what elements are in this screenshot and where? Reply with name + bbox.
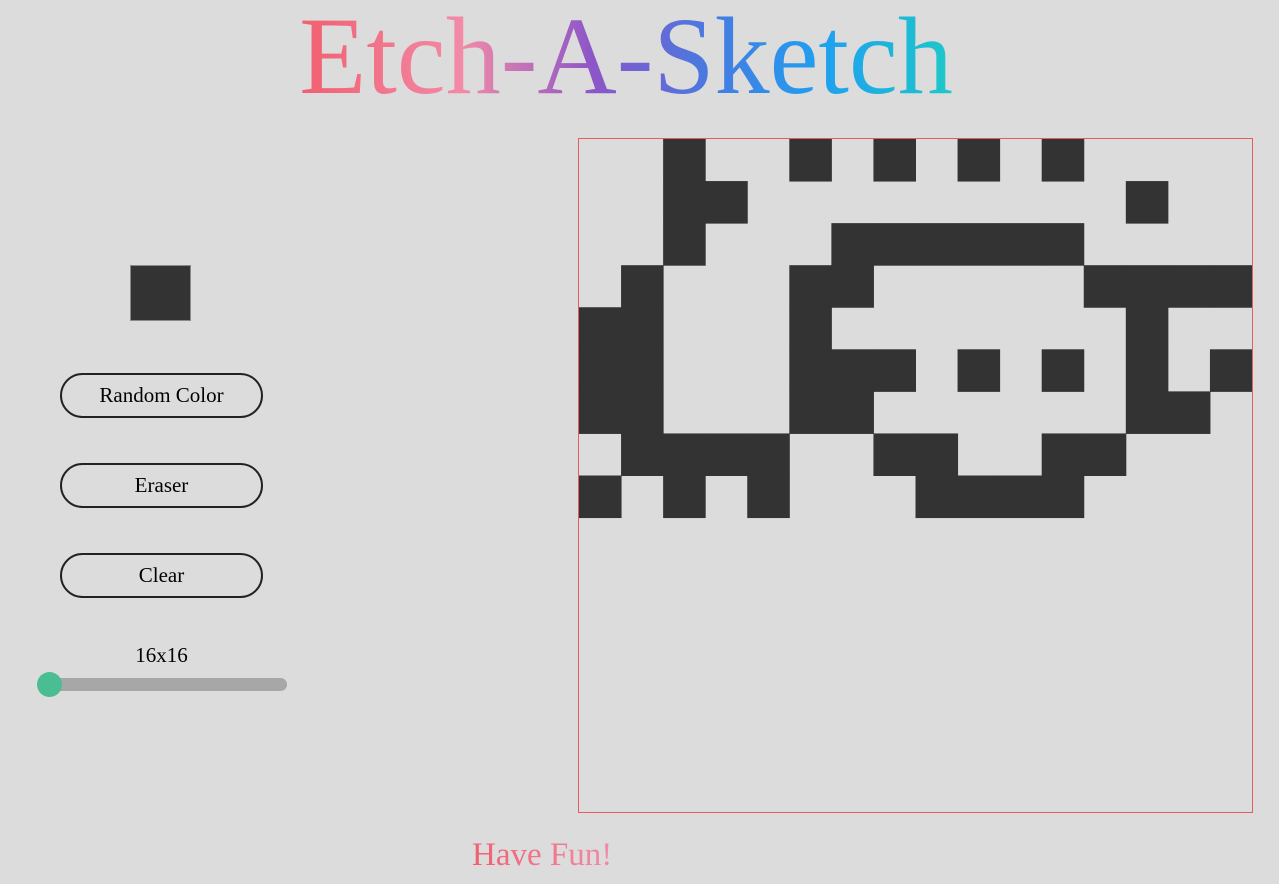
grid-cell-filled[interactable] bbox=[831, 265, 874, 308]
footer-message: Have Fun! bbox=[472, 833, 612, 877]
grid-cell-filled[interactable] bbox=[789, 265, 832, 308]
page-title: Etch-A-Sketch bbox=[0, 0, 1252, 126]
grid-cell-filled[interactable] bbox=[957, 139, 1001, 182]
grid-cell-filled[interactable] bbox=[747, 475, 790, 519]
grid-cell-filled[interactable] bbox=[1041, 475, 1085, 519]
grid-cell-filled[interactable] bbox=[915, 223, 959, 266]
grid-cell-filled[interactable] bbox=[579, 475, 622, 519]
grid-cell-filled[interactable] bbox=[663, 433, 706, 476]
footer-message-text: Have Fun! bbox=[472, 837, 613, 873]
grid-cell-filled[interactable] bbox=[579, 391, 622, 434]
grid-cell-filled[interactable] bbox=[663, 475, 706, 519]
grid-cell-filled[interactable] bbox=[1083, 265, 1127, 308]
grid-cell-filled[interactable] bbox=[831, 349, 874, 392]
sketch-grid[interactable] bbox=[579, 139, 1252, 812]
grid-cell-filled[interactable] bbox=[831, 223, 874, 266]
grid-size-slider[interactable] bbox=[37, 672, 287, 697]
grid-cell-filled[interactable] bbox=[1125, 265, 1169, 308]
grid-cell-filled[interactable] bbox=[747, 433, 790, 476]
grid-cell-filled[interactable] bbox=[957, 475, 1001, 519]
clear-button[interactable]: Clear bbox=[60, 553, 263, 598]
grid-cell-filled[interactable] bbox=[873, 139, 916, 182]
grid-cell-filled[interactable] bbox=[789, 349, 832, 392]
etch-a-sketch-app: Etch-A-Sketch Random Color Eraser Clear … bbox=[0, 0, 1279, 884]
grid-cell-filled[interactable] bbox=[621, 433, 664, 476]
grid-cell-filled[interactable] bbox=[621, 391, 664, 434]
grid-cell-filled[interactable] bbox=[1041, 223, 1085, 266]
sketch-board[interactable] bbox=[578, 138, 1253, 813]
grid-cell-filled[interactable] bbox=[1125, 349, 1169, 392]
grid-cell-filled[interactable] bbox=[663, 181, 706, 224]
grid-cell-filled[interactable] bbox=[1083, 433, 1127, 476]
grid-cell-filled[interactable] bbox=[1125, 181, 1169, 224]
grid-cell-filled[interactable] bbox=[1167, 391, 1211, 434]
grid-cell-filled[interactable] bbox=[579, 349, 622, 392]
grid-cell-filled[interactable] bbox=[999, 223, 1043, 266]
grid-cell-filled[interactable] bbox=[873, 433, 916, 476]
grid-cell-filled[interactable] bbox=[1125, 307, 1169, 350]
grid-cell-filled[interactable] bbox=[831, 391, 874, 434]
grid-size-slider-thumb[interactable] bbox=[37, 672, 62, 697]
grid-cell-filled[interactable] bbox=[957, 223, 1001, 266]
grid-cell-filled[interactable] bbox=[1167, 265, 1211, 308]
grid-cell-filled[interactable] bbox=[579, 307, 622, 350]
grid-cell-filled[interactable] bbox=[621, 349, 664, 392]
grid-cell-filled[interactable] bbox=[621, 307, 664, 350]
grid-cell-filled[interactable] bbox=[873, 223, 916, 266]
grid-cell-filled[interactable] bbox=[873, 349, 916, 392]
grid-cell-filled[interactable] bbox=[789, 391, 832, 434]
grid-cell-filled[interactable] bbox=[705, 433, 748, 476]
grid-cell-filled[interactable] bbox=[621, 265, 664, 308]
page-title-text: Etch-A-Sketch bbox=[299, 0, 953, 117]
random-color-button[interactable]: Random Color bbox=[60, 373, 263, 418]
grid-cell-filled[interactable] bbox=[915, 433, 959, 476]
grid-size-label: 16x16 bbox=[135, 643, 188, 667]
color-picker[interactable] bbox=[130, 265, 191, 321]
grid-cell-filled[interactable] bbox=[1209, 265, 1252, 308]
grid-cell-filled[interactable] bbox=[1125, 391, 1169, 434]
grid-cell-filled[interactable] bbox=[705, 181, 748, 224]
grid-cell-filled[interactable] bbox=[663, 223, 706, 266]
grid-cell-filled[interactable] bbox=[789, 307, 832, 350]
grid-cell-filled[interactable] bbox=[789, 139, 832, 182]
grid-cell-filled[interactable] bbox=[957, 349, 1001, 392]
grid-cell-filled[interactable] bbox=[915, 475, 959, 519]
grid-cell-filled[interactable] bbox=[1041, 349, 1085, 392]
grid-cell-filled[interactable] bbox=[1041, 433, 1085, 476]
eraser-button[interactable]: Eraser bbox=[60, 463, 263, 508]
grid-cell-filled[interactable] bbox=[663, 139, 706, 182]
grid-cell-filled[interactable] bbox=[999, 475, 1043, 519]
grid-cell-filled[interactable] bbox=[1041, 139, 1085, 182]
grid-cell-filled[interactable] bbox=[1209, 349, 1252, 392]
